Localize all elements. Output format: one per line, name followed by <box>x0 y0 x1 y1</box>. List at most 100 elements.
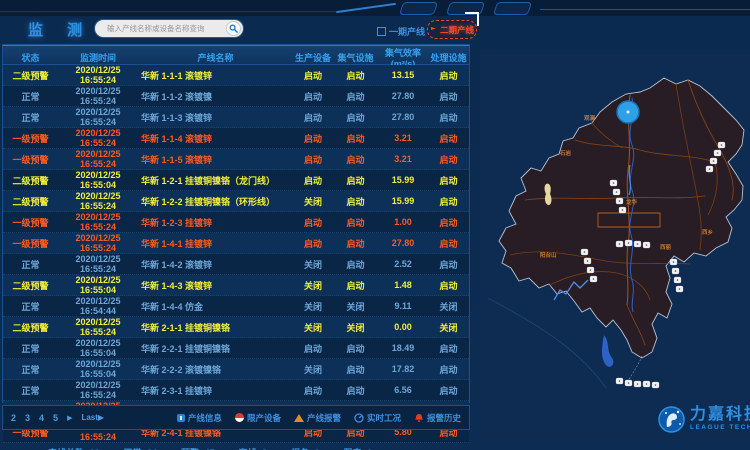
alert-station-circle[interactable] <box>617 101 639 123</box>
status-cell: 正常 <box>3 111 58 124</box>
limit-device-icon <box>235 413 244 422</box>
table-row[interactable]: 二级预警2020/12/25 16:55:24华新 1-2-2 挂镀铜镍铬（环形… <box>3 191 469 212</box>
gas-rate-cell: 9.11 <box>378 301 428 311</box>
legend-item-产线报警[interactable]: 产线报警 <box>294 412 341 424</box>
search-button[interactable] <box>226 21 241 36</box>
status-cell: 正常 <box>3 258 58 271</box>
status-cell: 正常 <box>3 384 58 397</box>
phase1-toggle[interactable]: 一期产线 <box>377 25 425 38</box>
time-cell: 2020/12/25 16:55:24 <box>58 191 138 211</box>
page-number[interactable]: 4 <box>39 413 44 423</box>
prod-equipment-cell: 关闭 <box>293 279 333 292</box>
station-center-dot <box>627 111 630 114</box>
table-row[interactable]: 二级预警2020/12/25 16:55:24华新 1-1-1 滚镀锌启动启动1… <box>3 65 469 86</box>
checkbox-icon <box>377 27 386 36</box>
marker-dot <box>646 383 648 385</box>
table-row[interactable]: 正常2020/12/25 16:55:04华新 2-2-1 挂镀铜镍铬启动启动1… <box>3 338 469 359</box>
marker-dot <box>713 160 715 162</box>
search-box[interactable] <box>95 20 243 37</box>
gas-facility-cell: 启动 <box>333 363 378 376</box>
summary-item: 产线总数: 82 <box>48 446 100 450</box>
gas-rate-cell: 27.80 <box>378 112 428 122</box>
prod-equipment-cell: 启动 <box>293 90 333 103</box>
page-title: 监 测 <box>28 19 92 40</box>
marker-dot <box>593 278 595 280</box>
time-cell: 2020/12/25 16:55:24 <box>58 254 138 274</box>
marker-dot <box>679 288 681 290</box>
time-cell: 2020/12/25 16:55:24 <box>58 65 138 85</box>
marker-dot <box>709 168 711 170</box>
gas-rate-cell: 13.15 <box>378 70 428 80</box>
gas-facility-cell: 启动 <box>333 195 378 208</box>
map-place-label: 龙华 <box>625 198 638 206</box>
line-alarm-icon <box>294 414 304 422</box>
status-cell: 二级预警 <box>3 321 58 334</box>
district-map[interactable]: 观澜石岩龙华阳台山西丽西乡 <box>480 50 750 445</box>
table-row[interactable]: 二级预警2020/12/25 16:55:04华新 1-2-1 挂镀铜镍铬（龙门… <box>3 170 469 191</box>
line-name-cell: 华新 1-1-3 滚镀锌 <box>138 111 293 124</box>
summary-item: 正常: 34 <box>124 446 158 450</box>
gas-rate-cell: 0.00 <box>378 322 428 332</box>
table-row[interactable]: 正常2020/12/25 16:55:24华新 1-1-3 滚镀锌启动启动27.… <box>3 107 469 128</box>
treat-facility-cell: 启动 <box>428 258 469 271</box>
decor-tab <box>493 2 532 15</box>
legend-item-产线信息[interactable]: 产线信息 <box>177 412 222 424</box>
search-input[interactable] <box>105 23 226 34</box>
marker-dot <box>637 243 639 245</box>
table-row[interactable]: 正常2020/12/25 16:55:24华新 1-4-2 滚镀锌关闭启动2.5… <box>3 254 469 275</box>
prod-equipment-cell: 关闭 <box>293 321 333 334</box>
marker-dot <box>628 382 630 384</box>
legend-item-实时工况[interactable]: 实时工况 <box>354 412 401 424</box>
table-row[interactable]: 正常2020/12/25 16:54:44华新 1-4-4 仿金关闭关闭9.11… <box>3 296 469 317</box>
legend-item-限产设备[interactable]: 限产设备 <box>235 412 281 424</box>
treat-facility-cell: 启动 <box>428 237 469 250</box>
table-row[interactable]: 正常2020/12/25 16:55:04华新 2-2-2 滚镀镍铬关闭启动17… <box>3 359 469 380</box>
time-cell: 2020/12/25 16:55:24 <box>58 317 138 337</box>
table-row[interactable]: 一级预警2020/12/25 16:55:24华新 1-4-1 挂镀锌启动启动2… <box>3 233 469 254</box>
corner-bracket-decor <box>465 12 479 26</box>
gas-facility-cell: 启动 <box>333 342 378 355</box>
gas-rate-cell: 15.99 <box>378 175 428 185</box>
summary-item: 限产: 0 <box>344 446 373 450</box>
line-name-cell: 华新 2-2-1 挂镀铜镍铬 <box>138 342 293 355</box>
page-next-button[interactable]: ▶ <box>67 414 72 422</box>
marker-dot <box>616 191 618 193</box>
column-header: 集气设施 <box>333 51 378 64</box>
treat-facility-cell: 启动 <box>428 195 469 208</box>
table-row[interactable]: 正常2020/12/25 16:55:24华新 1-1-2 滚镀镍启动启动27.… <box>3 86 469 107</box>
page-number[interactable]: 5 <box>53 413 58 423</box>
marker-dot <box>677 279 679 281</box>
treat-facility-cell: 启动 <box>428 69 469 82</box>
marker-dot <box>613 182 615 184</box>
line-name-cell: 华新 2-3-1 挂镀锌 <box>138 384 293 397</box>
status-cell: 正常 <box>3 342 58 355</box>
column-header: 处理设施 <box>428 51 469 64</box>
pagination: 2345 ▶ Last▶ <box>11 413 104 423</box>
top-decor-line-left <box>0 11 336 12</box>
table-row[interactable]: 一级预警2020/12/25 16:55:24华新 1-1-5 滚镀锌启动启动3… <box>3 149 469 170</box>
table-row[interactable]: 一级预警2020/12/25 16:55:24华新 1-2-3 挂镀锌启动启动1… <box>3 212 469 233</box>
status-cell: 一级预警 <box>3 153 58 166</box>
column-header: 监测时间 <box>58 51 138 64</box>
table-row[interactable]: 一级预警2020/12/25 16:55:24华新 1-1-4 滚镀锌启动启动3… <box>3 128 469 149</box>
legend-item-报警历史[interactable]: 报警历史 <box>414 412 461 424</box>
treat-facility-cell: 启动 <box>428 174 469 187</box>
time-cell: 2020/12/25 16:55:24 <box>58 212 138 232</box>
page-number[interactable]: 3 <box>25 413 30 423</box>
page-last-button[interactable]: Last▶ <box>81 413 104 422</box>
legend-label: 实时工况 <box>367 412 401 424</box>
gas-facility-cell: 启动 <box>333 258 378 271</box>
search-icon <box>229 24 238 33</box>
table-row[interactable]: 正常2020/12/25 16:55:24华新 2-3-1 挂镀锌启动启动6.5… <box>3 380 469 401</box>
status-cell: 二级预警 <box>3 69 58 82</box>
treat-facility-cell: 启动 <box>428 363 469 376</box>
gas-facility-cell: 启动 <box>333 279 378 292</box>
table-row[interactable]: 二级预警2020/12/25 16:55:24华新 2-1-1 挂镀铜镍铬关闭关… <box>3 317 469 338</box>
marker-dot <box>646 244 648 246</box>
map-place-label: 西丽 <box>660 243 672 251</box>
time-cell: 2020/12/25 16:54:44 <box>58 296 138 316</box>
page-number[interactable]: 2 <box>11 413 16 423</box>
table-row[interactable]: 二级预警2020/12/25 16:55:04华新 1-4-3 滚镀锌关闭启动1… <box>3 275 469 296</box>
time-cell: 2020/12/25 16:55:24 <box>58 149 138 169</box>
prod-equipment-cell: 启动 <box>293 69 333 82</box>
